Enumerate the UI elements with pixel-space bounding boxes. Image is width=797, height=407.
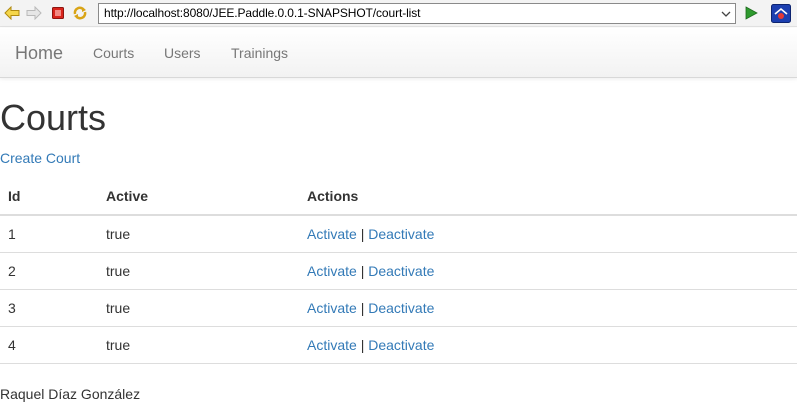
activate-link[interactable]: Activate [307,263,357,279]
table-row: 1 true Activate | Deactivate [0,215,797,253]
footer-author: Raquel Díaz González [0,386,141,402]
forward-arrow-icon[interactable] [25,4,43,22]
deactivate-link[interactable]: Deactivate [368,226,434,242]
table-header-row: Id Active Actions [0,177,797,216]
browser-toolbar: http://localhost:8080/JEE.Paddle.0.0.1-S… [0,0,797,27]
table-row: 2 true Activate | Deactivate [0,252,797,290]
courts-table: Id Active Actions 1 true Activate | Deac… [0,177,797,364]
cell-id: 4 [0,326,98,364]
url-text[interactable]: http://localhost:8080/JEE.Paddle.0.0.1-S… [104,6,420,20]
cell-id: 1 [0,215,98,253]
create-court-link[interactable]: Create Court [0,150,80,166]
column-header-active: Active [98,177,299,216]
cell-actions: Activate | Deactivate [299,215,797,253]
cell-active: true [98,252,299,290]
deactivate-link[interactable]: Deactivate [368,263,434,279]
app-logo-icon[interactable] [770,3,792,24]
play-icon[interactable] [742,4,760,22]
action-separator: | [360,299,365,316]
deactivate-link[interactable]: Deactivate [368,300,434,316]
stop-icon[interactable] [49,4,67,22]
cell-active: true [98,326,299,364]
table-row: 4 true Activate | Deactivate [0,326,797,364]
cell-actions: Activate | Deactivate [299,289,797,327]
nav-brand-home[interactable]: Home [15,43,63,64]
action-separator: | [360,336,365,353]
column-header-id: Id [0,177,98,216]
chevron-down-icon[interactable] [719,5,733,22]
page-title: Courts [0,97,107,138]
activate-link[interactable]: Activate [307,300,357,316]
back-arrow-icon[interactable] [3,4,21,22]
cell-id: 3 [0,289,98,327]
cell-actions: Activate | Deactivate [299,326,797,364]
table-row: 3 true Activate | Deactivate [0,289,797,327]
navbar: Home Courts Users Trainings [0,28,797,78]
action-separator: | [360,225,365,242]
refresh-icon[interactable] [71,4,89,22]
activate-link[interactable]: Activate [307,337,357,353]
cell-active: true [98,215,299,253]
address-bar[interactable]: http://localhost:8080/JEE.Paddle.0.0.1-S… [98,3,736,24]
cell-id: 2 [0,252,98,290]
cell-actions: Activate | Deactivate [299,252,797,290]
nav-link-trainings[interactable]: Trainings [231,45,288,61]
nav-link-courts[interactable]: Courts [93,45,134,61]
nav-link-users[interactable]: Users [164,45,201,61]
cell-active: true [98,289,299,327]
action-separator: | [360,262,365,279]
deactivate-link[interactable]: Deactivate [368,337,434,353]
activate-link[interactable]: Activate [307,226,357,242]
column-header-actions: Actions [299,177,797,216]
